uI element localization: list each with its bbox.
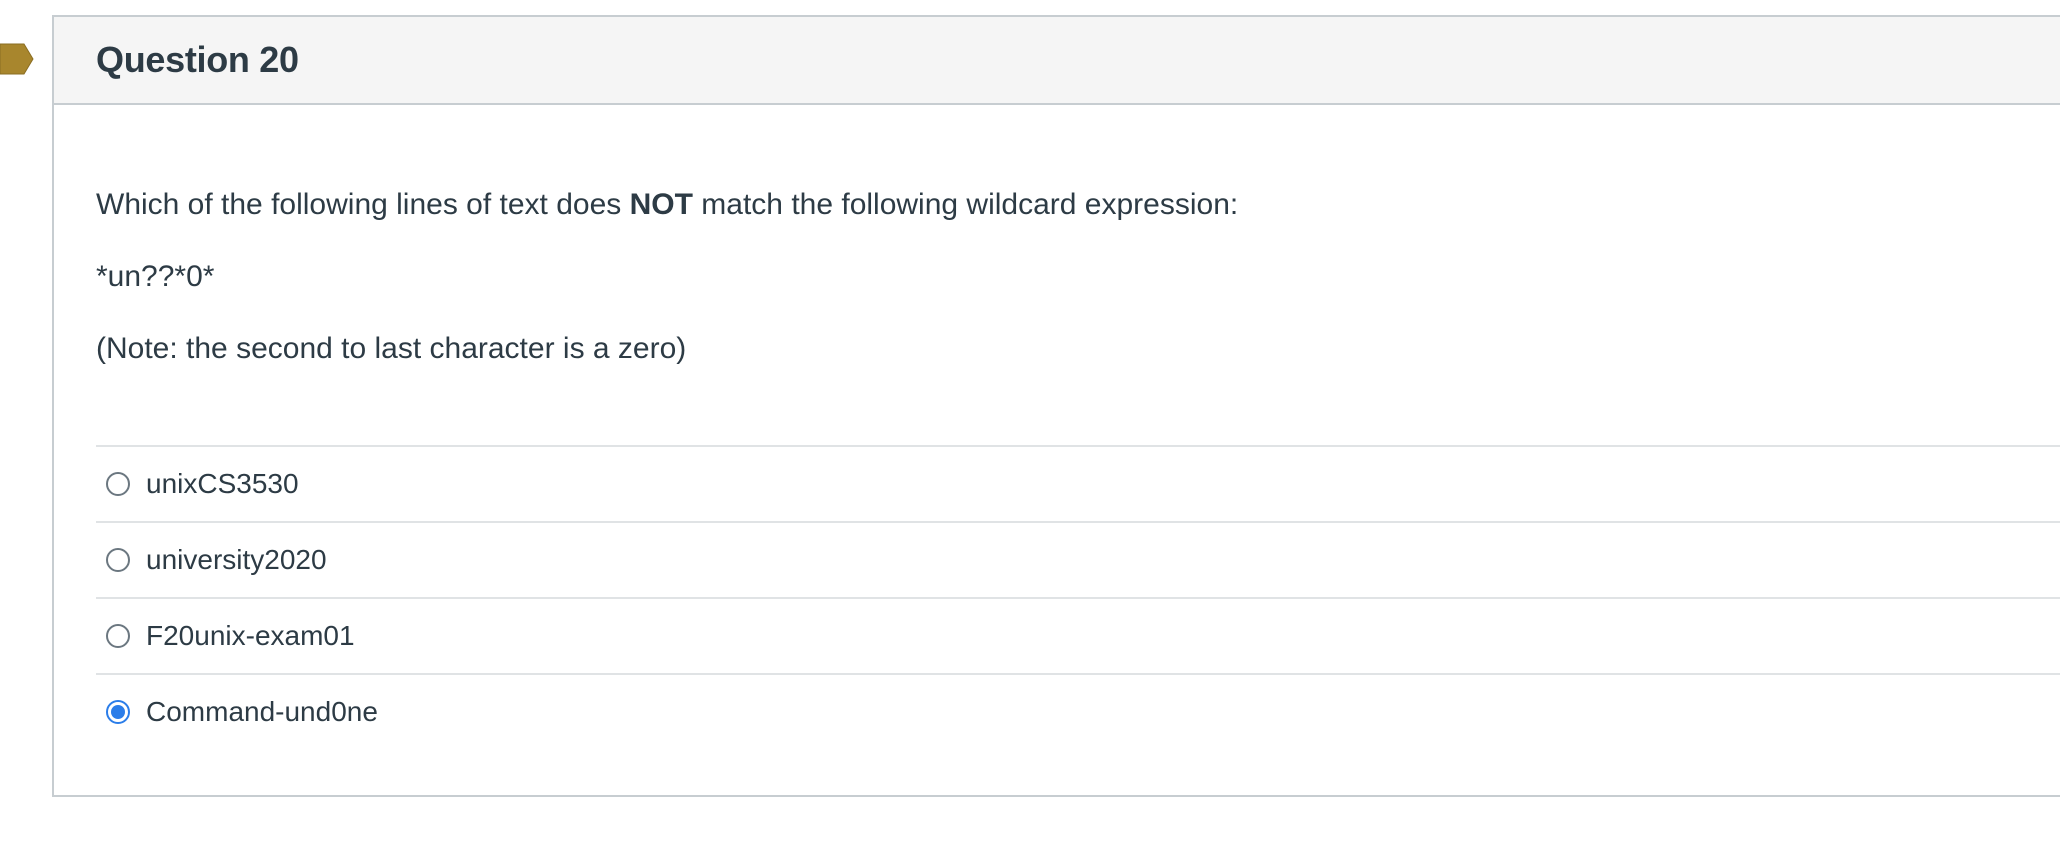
question-flag-icon[interactable] xyxy=(0,43,34,75)
answer-option[interactable]: Command-und0ne xyxy=(96,675,2060,749)
radio-button[interactable] xyxy=(106,548,130,572)
question-body: Which of the following lines of text doe… xyxy=(54,105,2060,749)
radio-button[interactable] xyxy=(106,472,130,496)
question-note: (Note: the second to last character is a… xyxy=(96,332,687,365)
prompt-text-after: match the following wildcard expression: xyxy=(692,188,1239,221)
answer-label: F20unix-exam01 xyxy=(146,620,355,651)
wildcard-expression: *un??*0* xyxy=(96,260,215,293)
answer-option[interactable]: F20unix-exam01 xyxy=(96,599,2060,675)
quiz-page: Question 20 Which of the following lines… xyxy=(0,0,2060,854)
answer-option[interactable]: unixCS3530 xyxy=(96,447,2060,523)
radio-button[interactable] xyxy=(106,624,130,648)
question-card: Question 20 Which of the following lines… xyxy=(52,15,2060,797)
answer-label: Command-und0ne xyxy=(146,696,378,727)
prompt-text-before: Which of the following lines of text doe… xyxy=(96,188,630,221)
prompt-emphasis: NOT xyxy=(629,188,693,221)
answer-label: university2020 xyxy=(146,544,327,575)
answer-list: unixCS3530 university2020 F20unix-exam01… xyxy=(96,445,2060,749)
question-prompt: Which of the following lines of text doe… xyxy=(96,185,2060,225)
question-title: Question 20 xyxy=(96,39,299,80)
question-header: Question 20 xyxy=(54,17,2060,105)
radio-button-selected[interactable] xyxy=(106,700,130,724)
answer-option[interactable]: university2020 xyxy=(96,523,2060,599)
answer-label: unixCS3530 xyxy=(146,468,299,499)
